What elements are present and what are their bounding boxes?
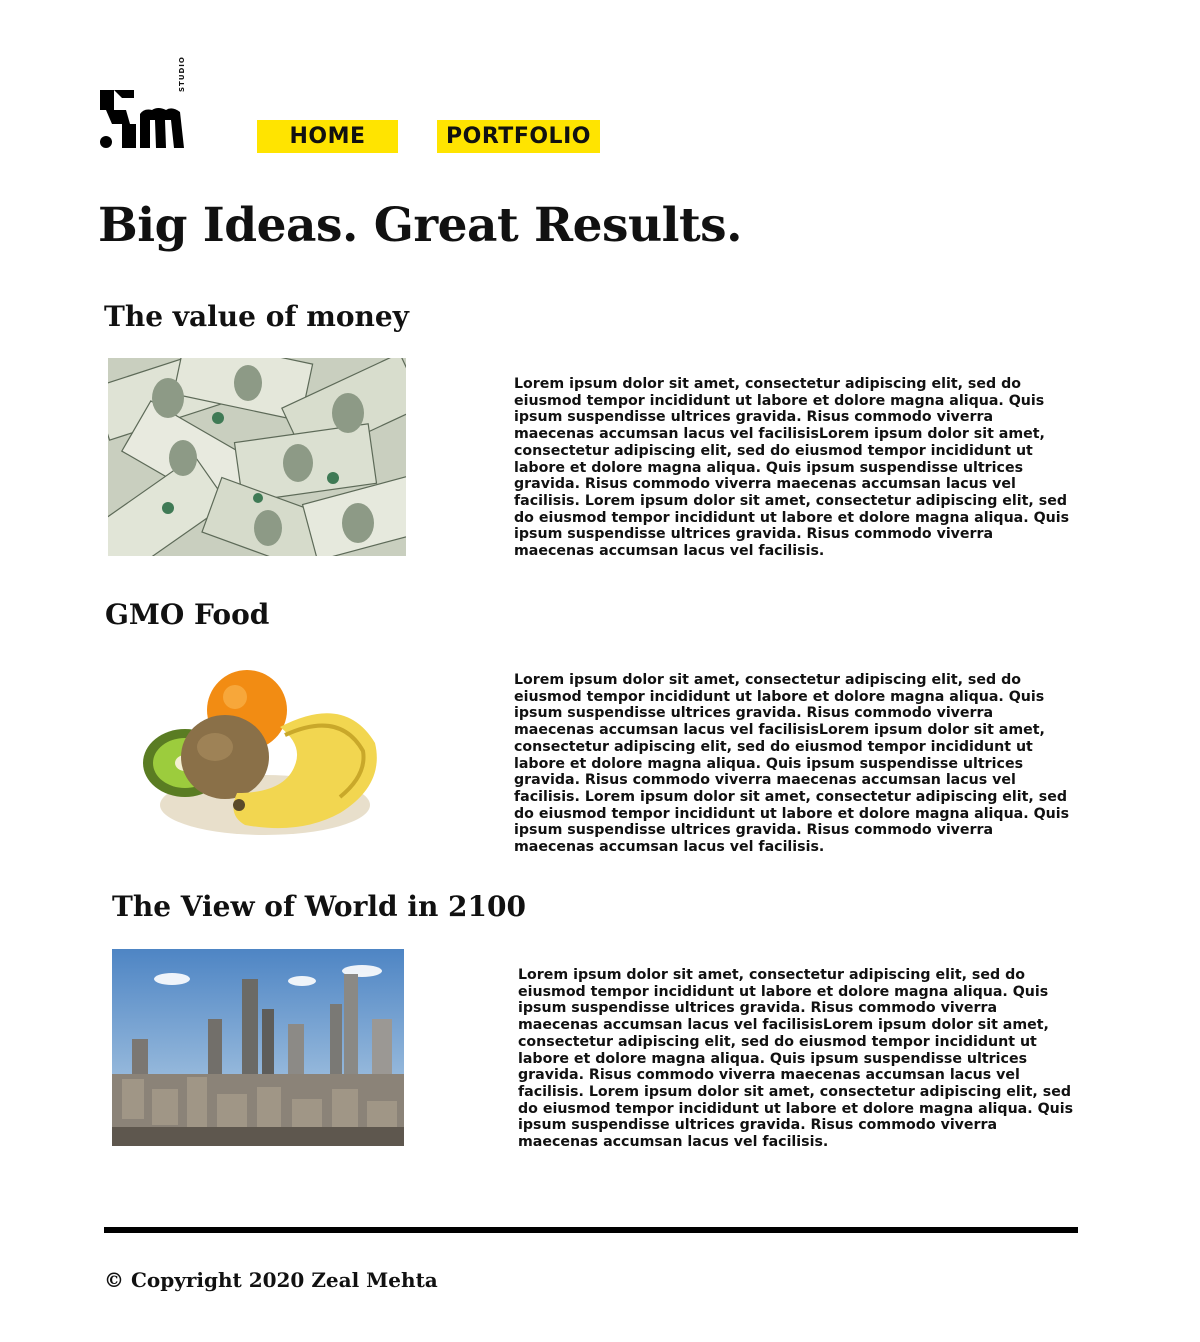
city-photo bbox=[112, 949, 404, 1146]
section-body-world-2100: Lorem ipsum dolor sit amet, consectetur … bbox=[518, 967, 1074, 1151]
logo-mark bbox=[100, 90, 184, 148]
section-title-world-2100: The View of World in 2100 bbox=[112, 890, 526, 923]
section-body-gmo: Lorem ipsum dolor sit amet, consectetur … bbox=[514, 672, 1070, 856]
nav-home-button[interactable]: HOME bbox=[257, 120, 398, 153]
section-title-money: The value of money bbox=[104, 300, 409, 333]
section-body-money: Lorem ipsum dolor sit amet, consectetur … bbox=[514, 376, 1070, 560]
copyright-text: © Copyright 2020 Zeal Mehta bbox=[104, 1268, 438, 1292]
section-title-gmo: GMO Food bbox=[105, 598, 270, 631]
nav-portfolio-button[interactable]: PORTFOLIO bbox=[437, 120, 600, 153]
footer-divider bbox=[104, 1227, 1078, 1233]
logo-studio-label: STUDIO bbox=[178, 56, 186, 92]
fruit-photo bbox=[135, 665, 385, 845]
money-photo bbox=[108, 358, 406, 556]
studio-logo[interactable]: STUDIO bbox=[98, 56, 198, 152]
page-title: Big Ideas. Great Results. bbox=[98, 198, 743, 253]
